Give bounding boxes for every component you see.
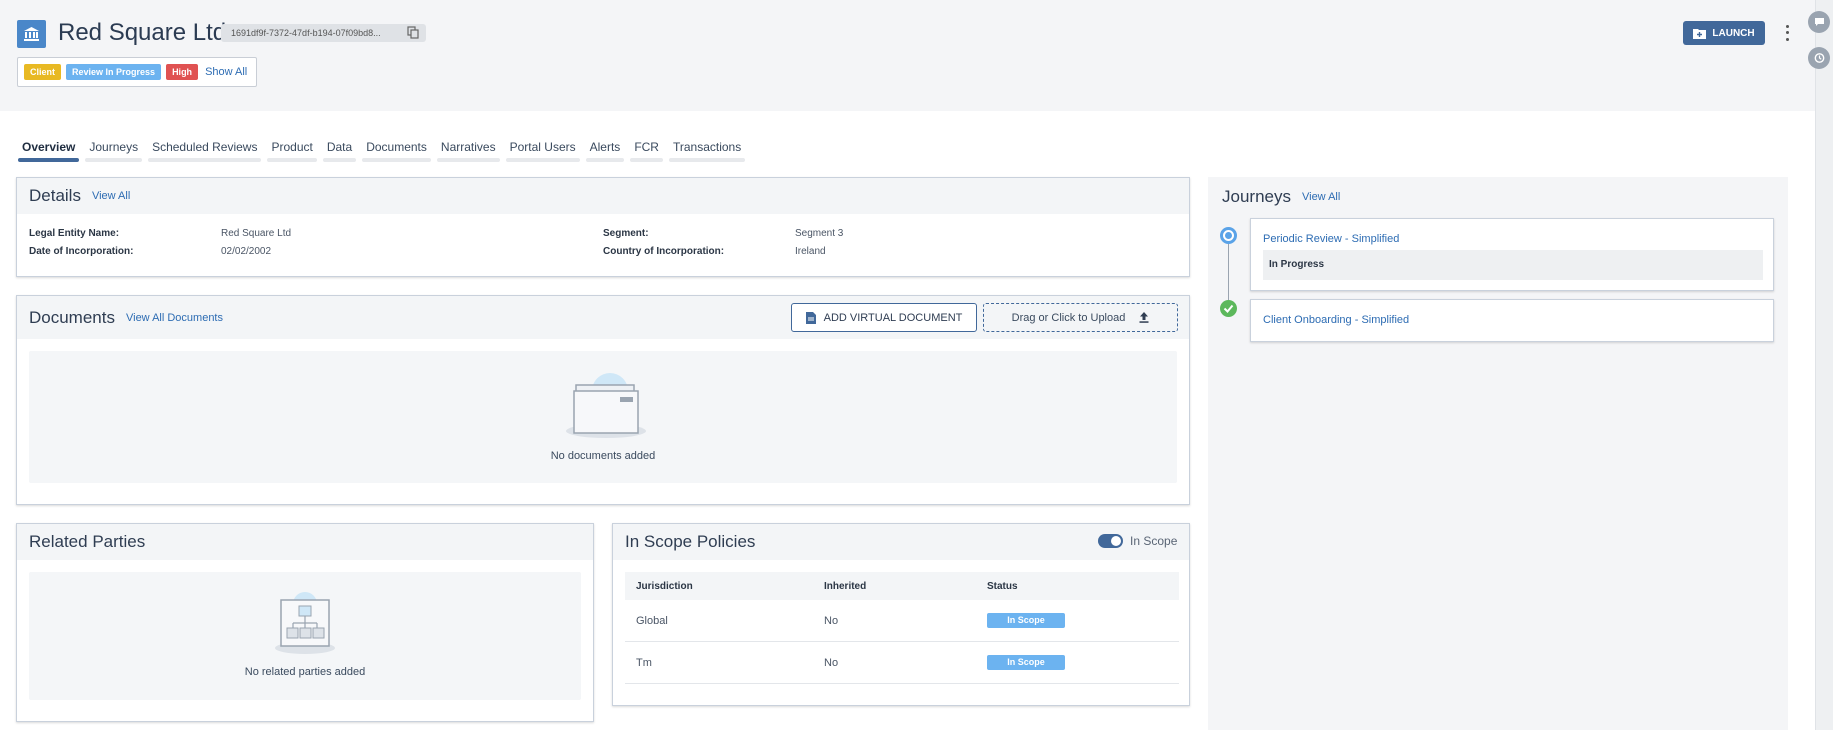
related-parties-title: Related Parties [29, 532, 146, 551]
column-header: Jurisdiction [636, 580, 693, 592]
date-of-incorporation-value: 02/02/2002 [221, 246, 272, 257]
tab-documents[interactable]: Documents [362, 136, 431, 166]
upload-dropzone[interactable]: Drag or Click to Upload [983, 303, 1178, 332]
journeys-panel: Journeys View All Periodic Review - Simp… [1208, 177, 1788, 730]
status-badge: In Scope [987, 655, 1065, 670]
view-all-documents-link[interactable]: View All Documents [126, 312, 223, 324]
inherited-cell: No [824, 614, 839, 627]
tab-alerts[interactable]: Alerts [585, 136, 625, 166]
tab-overview[interactable]: Overview [18, 136, 80, 166]
launch-label: LAUNCH [1712, 27, 1755, 39]
tab-fcr[interactable]: FCR [630, 136, 663, 166]
copy-icon[interactable] [407, 26, 419, 39]
details-view-all-link[interactable]: View All [92, 190, 130, 202]
table-row[interactable]: Global No In Scope [625, 600, 1179, 642]
jurisdiction-cell: Global [636, 614, 668, 627]
bank-icon [17, 20, 46, 48]
comment-icon[interactable] [1808, 11, 1830, 33]
in-scope-toggle[interactable] [1098, 534, 1123, 548]
documents-empty-text: No documents added [550, 450, 656, 462]
check-circle-icon [1220, 300, 1237, 317]
status-tags: Client Review In Progress High Show All [17, 57, 257, 87]
table-row[interactable]: Tm No In Scope [625, 642, 1179, 684]
journey-status: In Progress [1263, 250, 1763, 280]
tab-portal-users[interactable]: Portal Users [505, 136, 580, 166]
upload-label: Drag or Click to Upload [1011, 311, 1126, 324]
upload-icon [1139, 312, 1149, 323]
journey-card[interactable]: Periodic Review - Simplified In Progress [1250, 218, 1774, 291]
page-title: Red Square Ltd [58, 19, 227, 46]
legal-entity-name-value: Red Square Ltd [221, 228, 292, 239]
in-progress-icon [1220, 227, 1237, 244]
date-of-incorporation-label: Date of Incorporation: [29, 246, 134, 257]
entity-id-badge: 1691df9f-7372-47df-b194-07f09bd8... [221, 24, 426, 42]
journey-card[interactable]: Client Onboarding - Simplified [1250, 299, 1774, 342]
tab-bar: Overview Journeys Scheduled Reviews Prod… [18, 136, 746, 166]
folder-plus-icon [1693, 28, 1707, 39]
add-virtual-document-button[interactable]: ADD VIRTUAL DOCUMENT [791, 303, 977, 332]
launch-button[interactable]: LAUNCH [1683, 21, 1765, 45]
risk-tag: High [166, 64, 199, 80]
jurisdiction-cell: Tm [636, 656, 652, 669]
more-options-icon[interactable] [1783, 23, 1791, 43]
column-header: Inherited [824, 580, 867, 592]
document-icon [805, 311, 816, 324]
status-badge: In Scope [987, 613, 1065, 628]
policies-table: Jurisdiction Inherited Status Global No … [625, 572, 1179, 684]
history-icon[interactable] [1808, 47, 1830, 69]
related-parties-empty-text: No related parties added [244, 666, 366, 678]
right-rail [1815, 0, 1833, 730]
country-value: Ireland [795, 246, 826, 257]
column-header: Status [987, 580, 1018, 592]
tab-product[interactable]: Product [267, 136, 318, 166]
legal-entity-name-label: Legal Entity Name: [29, 228, 120, 239]
documents-card: Documents View All Documents ADD VIRTUAL… [16, 295, 1190, 505]
details-title: Details [29, 186, 81, 205]
journeys-view-all-link[interactable]: View All [1302, 191, 1340, 203]
table-header: Jurisdiction Inherited Status [625, 572, 1179, 600]
folder-icon [566, 373, 646, 438]
add-virtual-document-label: ADD VIRTUAL DOCUMENT [823, 311, 963, 324]
in-scope-toggle-label: In Scope [1130, 534, 1178, 548]
journeys-title: Journeys [1222, 187, 1291, 206]
in-scope-policies-card: In Scope Policies In Scope Jurisdiction … [612, 523, 1190, 706]
details-card: Details View All Legal Entity Name: Red … [16, 177, 1190, 277]
documents-empty-state: No documents added [29, 351, 1177, 483]
related-parties-empty-state: No related parties added [29, 572, 581, 700]
journey-name-link[interactable]: Periodic Review - Simplified [1263, 233, 1399, 245]
policies-title: In Scope Policies [625, 532, 756, 551]
segment-label: Segment: [603, 228, 649, 239]
review-status-tag: Review In Progress [66, 64, 162, 80]
segment-value: Segment 3 [795, 228, 844, 239]
journey-name-link[interactable]: Client Onboarding - Simplified [1263, 314, 1409, 326]
inherited-cell: No [824, 656, 839, 669]
tab-narratives[interactable]: Narratives [436, 136, 500, 166]
tab-journeys[interactable]: Journeys [85, 136, 142, 166]
client-tag: Client [24, 64, 62, 80]
page-header: Red Square Ltd 1691df9f-7372-47df-b194-0… [0, 0, 1815, 111]
tab-transactions[interactable]: Transactions [668, 136, 746, 166]
tab-data[interactable]: Data [322, 136, 357, 166]
journey-connector [1228, 236, 1229, 300]
related-parties-card: Related Parties No related parties added [16, 523, 594, 722]
tab-scheduled-reviews[interactable]: Scheduled Reviews [148, 136, 262, 166]
show-all-link[interactable]: Show All [205, 66, 247, 78]
org-chart-icon [275, 592, 335, 654]
documents-title: Documents [29, 307, 115, 327]
country-label: Country of Incorporation: [603, 246, 725, 257]
